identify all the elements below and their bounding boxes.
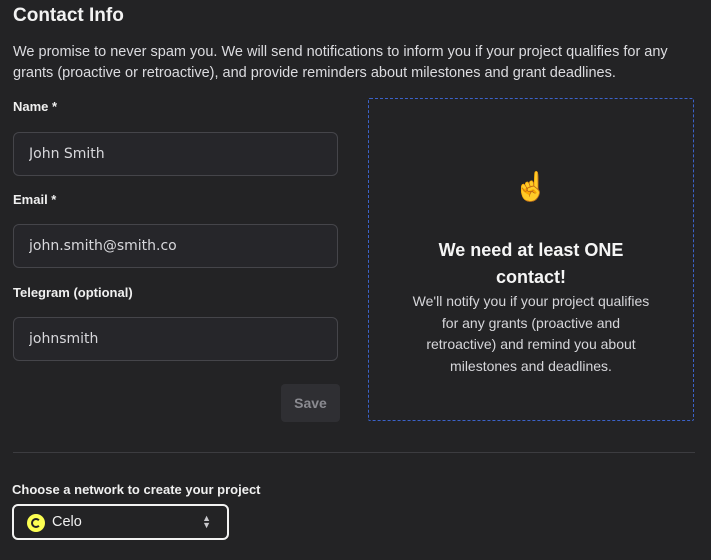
network-label: Choose a network to create your project [12,482,261,497]
celo-logo-icon [27,514,45,532]
email-field[interactable] [13,224,338,268]
telegram-label: Telegram (optional) [13,285,133,300]
network-select[interactable]: Celo ▲ ▼ [12,504,229,540]
save-button[interactable]: Save [281,384,340,422]
notice-body: We'll notify you if your project qualifi… [412,293,650,374]
chevron-up-down-icon: ▲ ▼ [202,513,211,530]
name-label: Name * [13,99,58,114]
notice-heading: We need at least ONE contact! [438,240,624,287]
telegram-field[interactable] [13,317,338,361]
page-title: Contact Info [13,5,124,26]
email-label: Email * [13,192,57,207]
network-selected-value: Celo [52,514,82,530]
intro-text: We promise to never spam you. We will se… [13,44,668,81]
name-field[interactable] [13,132,338,176]
divider [13,452,695,453]
pointing-up-icon: ☝️ [513,171,549,202]
contact-notice: ☝️ We need at least ONE contact! We'll n… [368,98,694,421]
